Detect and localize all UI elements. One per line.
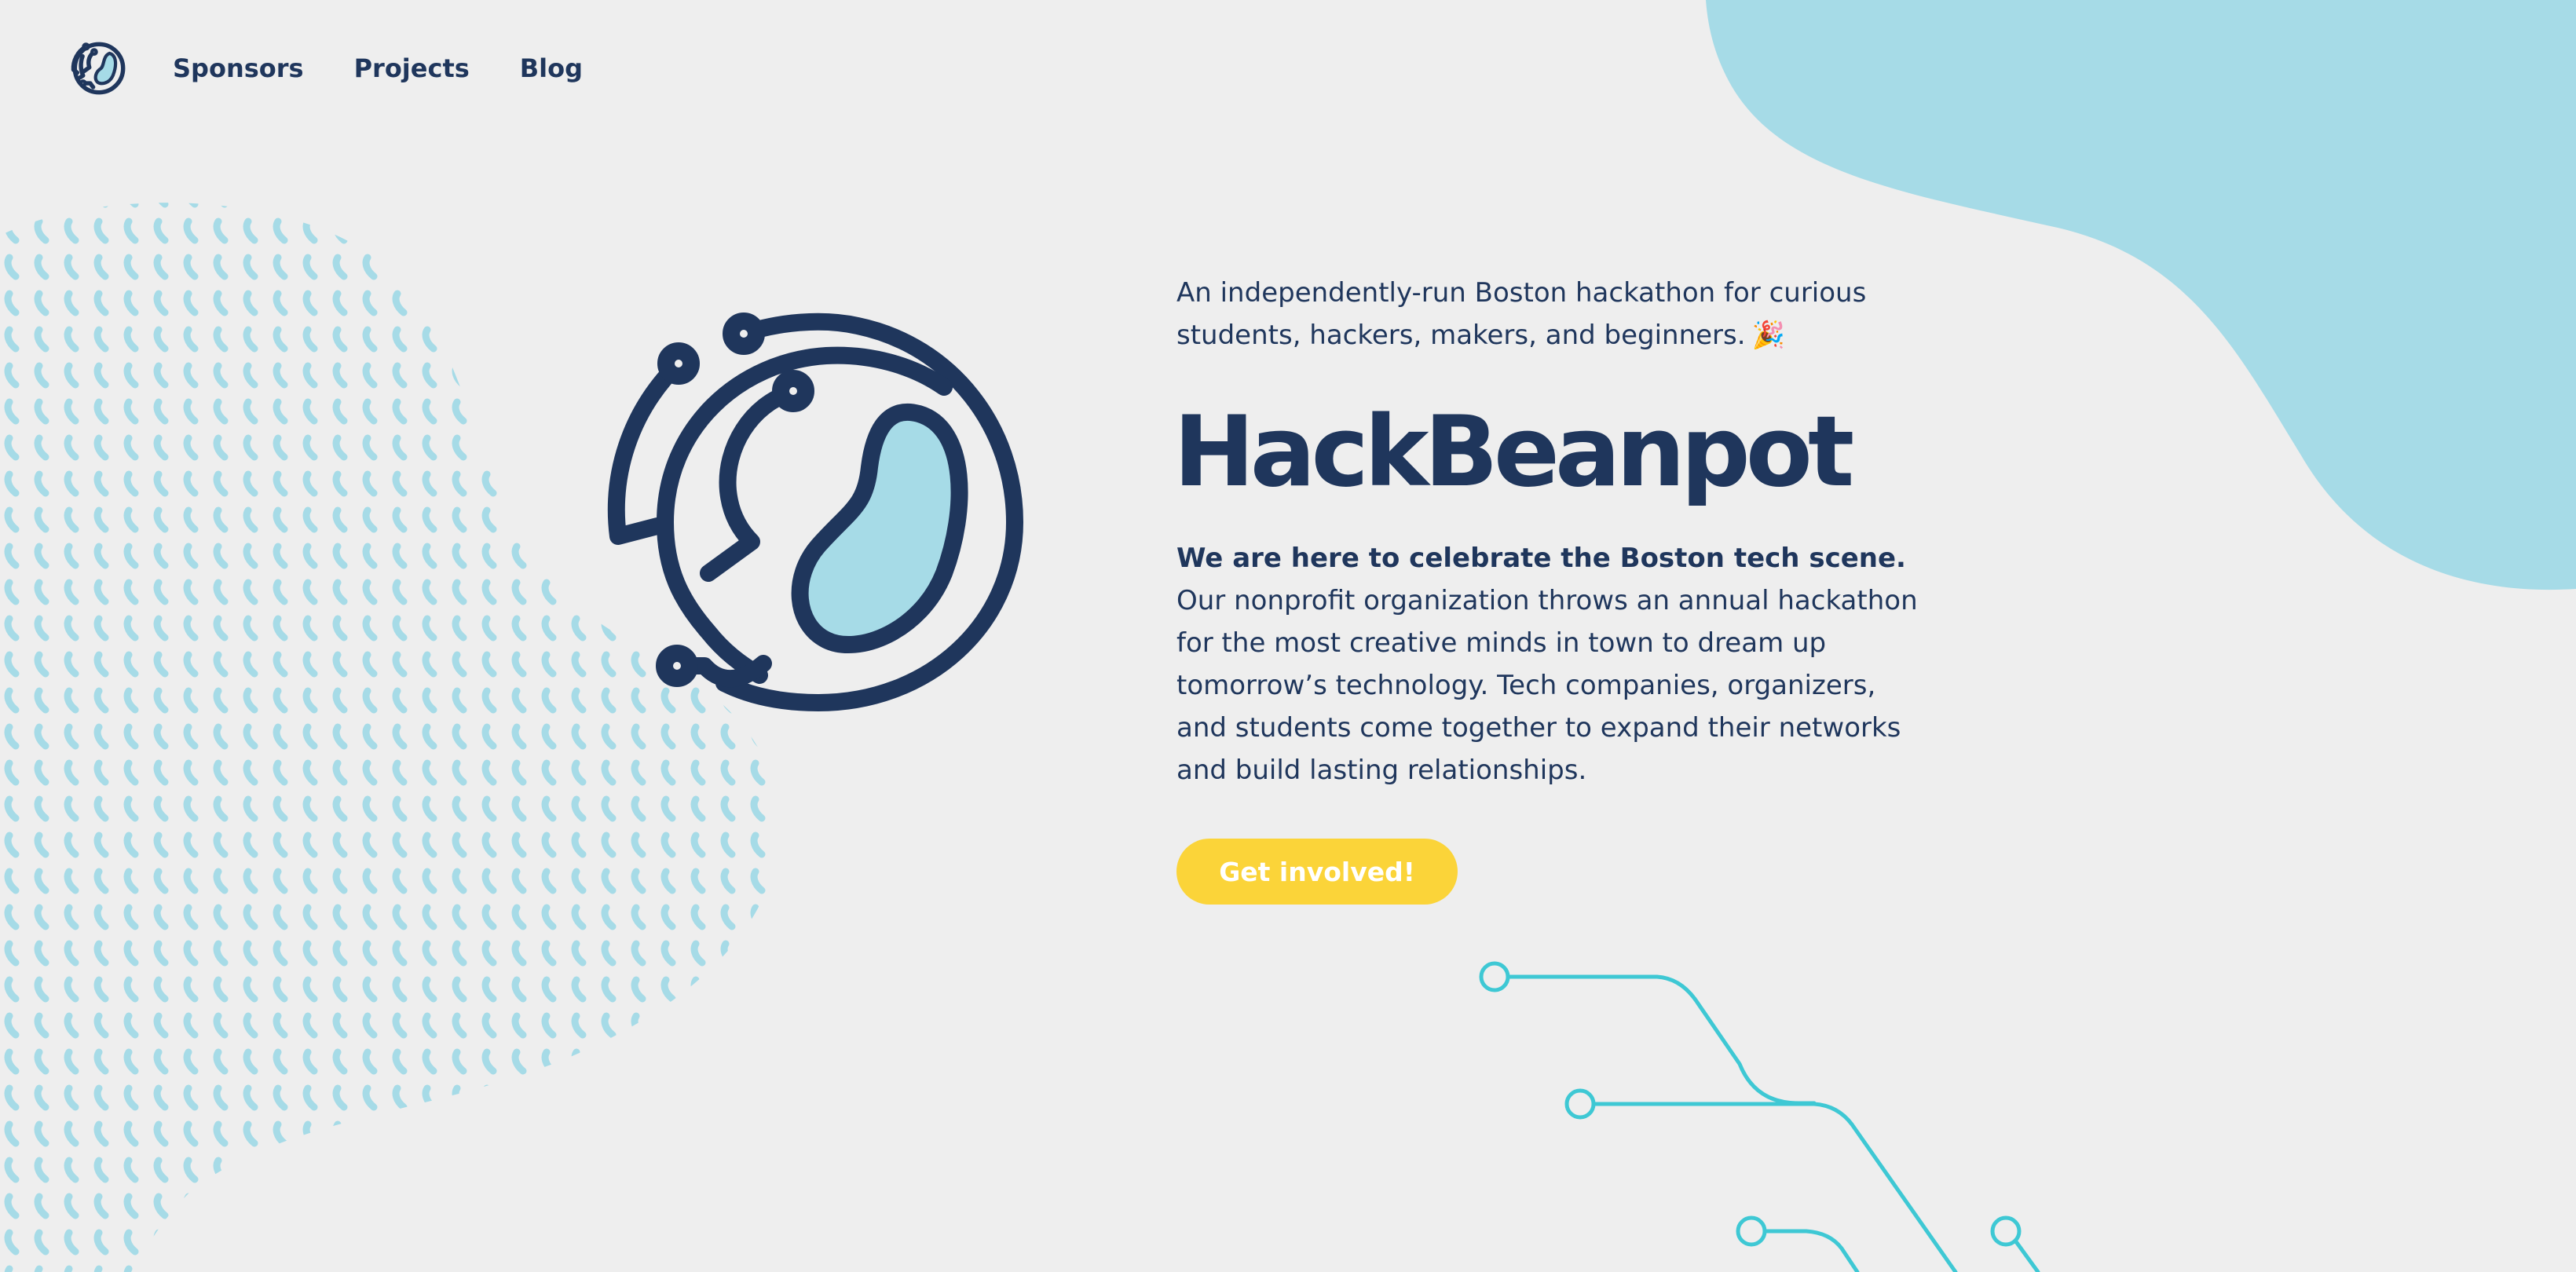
hero-description: Our nonprofit organization throws an ann… <box>1176 585 1918 786</box>
nav-link-blog[interactable]: Blog <box>520 53 583 83</box>
page-title: HackBeanpot <box>1173 396 1854 509</box>
hero-tagline: An independently-run Boston hackathon fo… <box>1176 272 1930 356</box>
hackbeanpot-logo-icon <box>607 313 1023 711</box>
main-nav: Sponsors Projects Blog <box>69 41 583 96</box>
nav-link-sponsors[interactable]: Sponsors <box>173 53 304 83</box>
party-popper-icon: 🎉 <box>1751 320 1785 351</box>
hero-lead: We are here to celebrate the Boston tech… <box>1176 543 1906 574</box>
circuit-lines <box>1479 961 2040 1272</box>
hackbeanpot-logo-icon[interactable] <box>69 41 129 96</box>
nav-link-projects[interactable]: Projects <box>354 53 470 83</box>
get-involved-button[interactable]: Get involved! <box>1176 839 1458 905</box>
hero-section: An independently-run Boston hackathon fo… <box>1173 272 1930 905</box>
